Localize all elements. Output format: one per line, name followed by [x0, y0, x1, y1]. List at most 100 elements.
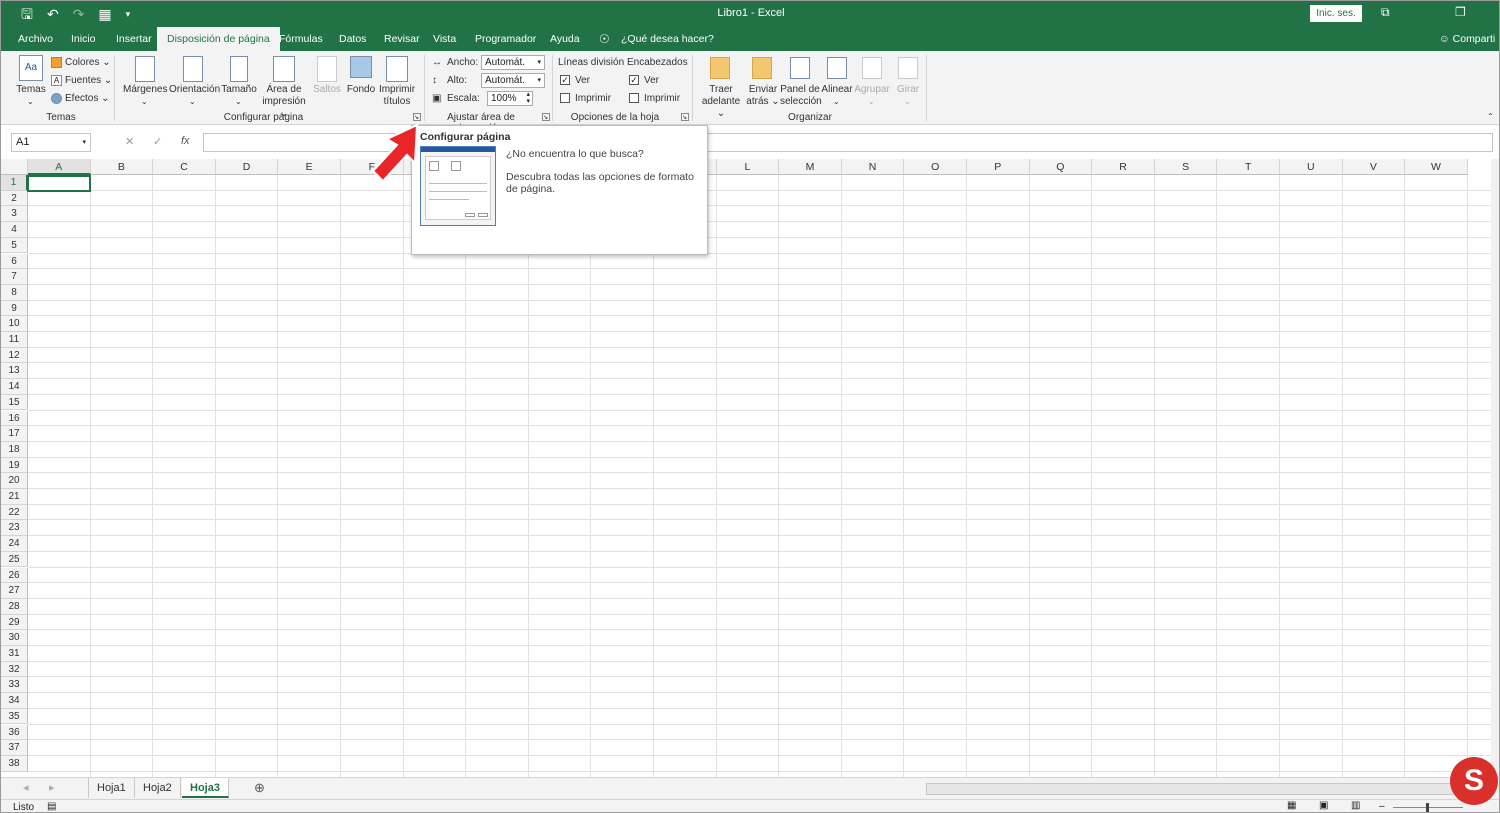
agrupar-button[interactable]: Agrupar	[854, 84, 890, 96]
bring-forward-icon[interactable]	[710, 57, 730, 79]
page-layout-view-icon[interactable]: ▣	[1319, 800, 1328, 811]
row-header[interactable]: 17	[1, 426, 28, 442]
row-header[interactable]: 11	[1, 332, 28, 348]
tab-datos[interactable]: Datos	[339, 27, 366, 51]
column-header[interactable]: M	[779, 159, 842, 175]
row-header[interactable]: 37	[1, 740, 28, 756]
column-header[interactable]: E	[278, 159, 341, 175]
column-header[interactable]: T	[1217, 159, 1280, 175]
row-header[interactable]: 35	[1, 708, 28, 725]
girar-button[interactable]: Girar	[893, 84, 923, 96]
ribbon-display-icon[interactable]: ⧉	[1381, 5, 1390, 20]
orientation-icon[interactable]	[183, 56, 203, 82]
cancel-icon[interactable]: ✕	[125, 135, 134, 148]
row-header[interactable]: 4	[1, 222, 28, 238]
column-header[interactable]: Q	[1029, 159, 1093, 175]
enviar-atras-button[interactable]: Enviar atrás ⌄	[745, 84, 781, 108]
margins-icon[interactable]	[135, 56, 155, 82]
active-cell-a1[interactable]	[27, 175, 91, 192]
row-header[interactable]: 25	[1, 551, 28, 568]
row-header[interactable]: 2	[1, 190, 28, 207]
headings-view-checkbox[interactable]: ✓	[629, 75, 639, 85]
row-header[interactable]: 29	[1, 614, 28, 631]
selection-pane-icon[interactable]	[790, 57, 810, 79]
row-header[interactable]: 36	[1, 724, 28, 741]
column-header[interactable]: S	[1154, 159, 1218, 175]
page-break-view-icon[interactable]: ▥	[1351, 800, 1360, 811]
escala-spinner[interactable]: 100% ▴ ▾	[487, 91, 533, 106]
prev-sheet-icon[interactable]: ◂	[23, 781, 29, 794]
column-header[interactable]: P	[967, 159, 1030, 175]
background-icon[interactable]	[350, 56, 372, 78]
row-header[interactable]: 13	[1, 363, 28, 380]
page-setup-dialog-launcher[interactable]: ↘	[413, 113, 421, 121]
panel-seleccion-button[interactable]: Panel de selección	[780, 84, 822, 108]
tab-vista[interactable]: Vista	[433, 27, 456, 51]
worksheet-grid[interactable]: ABCDEFGHIJKLMNOPQRSTUVW 1234567891011121…	[1, 159, 1491, 777]
gridlines-view-checkbox[interactable]: ✓	[560, 75, 570, 85]
row-header[interactable]: 15	[1, 394, 28, 411]
row-header[interactable]: 31	[1, 646, 28, 662]
macro-record-icon[interactable]: ▤	[47, 801, 56, 812]
row-header[interactable]: 28	[1, 598, 28, 615]
select-all-corner[interactable]	[1, 159, 28, 175]
column-header[interactable]: N	[841, 159, 905, 175]
column-header[interactable]: D	[215, 159, 279, 175]
column-header[interactable]: W	[1405, 159, 1468, 175]
add-sheet-icon[interactable]: ⊕	[254, 780, 265, 796]
next-sheet-icon[interactable]: ▸	[49, 781, 55, 794]
column-header[interactable]: B	[90, 159, 154, 175]
imprimir-titulos-button[interactable]: Imprimir títulos	[377, 84, 417, 108]
tab-disposicion-de-pagina[interactable]: Disposición de página	[157, 27, 280, 51]
tamano-button[interactable]: Tamaño	[220, 84, 258, 96]
scale-dialog-launcher[interactable]: ↘	[542, 113, 550, 121]
column-header[interactable]: U	[1280, 159, 1343, 175]
row-header[interactable]: 16	[1, 410, 28, 427]
print-area-icon[interactable]	[273, 56, 295, 82]
row-header[interactable]: 33	[1, 677, 28, 694]
row-header[interactable]: 9	[1, 300, 28, 317]
saltos-button[interactable]: Saltos	[312, 84, 342, 96]
alinear-button[interactable]: Alinear	[820, 84, 854, 96]
efectos-button[interactable]: Efectos ⌄	[65, 93, 110, 105]
collapse-ribbon-icon[interactable]: ⌃	[1487, 111, 1494, 123]
orientacion-button[interactable]: Orientación	[169, 84, 220, 96]
zoom-out-icon[interactable]: –	[1379, 801, 1385, 812]
ancho-select[interactable]: Automát. ▾	[481, 55, 545, 70]
row-header[interactable]: 1	[1, 175, 28, 191]
vertical-scrollbar[interactable]	[1491, 159, 1499, 777]
sheet-tab-hoja1[interactable]: Hoja1	[88, 778, 135, 798]
row-header[interactable]: 18	[1, 441, 28, 458]
column-header[interactable]: C	[153, 159, 216, 175]
sheet-options-dialog-launcher[interactable]: ↘	[681, 113, 689, 121]
share-button[interactable]: ☺ Comparti	[1439, 27, 1495, 51]
restore-icon[interactable]: ❐	[1455, 5, 1466, 19]
row-header[interactable]: 32	[1, 661, 28, 678]
fuentes-button[interactable]: Fuentes ⌄	[65, 75, 112, 87]
column-header[interactable]: A	[28, 159, 91, 175]
row-header[interactable]: 26	[1, 567, 28, 584]
sign-in-button[interactable]: Inic. ses.	[1310, 5, 1362, 22]
tell-me-search[interactable]: ¿Qué desea hacer?	[621, 27, 714, 51]
tab-archivo[interactable]: Archivo	[18, 27, 53, 51]
sheet-tab-hoja3[interactable]: Hoja3	[182, 778, 229, 798]
normal-view-icon[interactable]: ▦	[1287, 800, 1296, 811]
tab-insertar[interactable]: Insertar	[116, 27, 152, 51]
send-backward-icon[interactable]	[752, 57, 772, 79]
row-header[interactable]: 23	[1, 520, 28, 537]
temas-button[interactable]: Temas	[13, 84, 49, 96]
row-header[interactable]: 7	[1, 269, 28, 285]
row-header[interactable]: 10	[1, 316, 28, 332]
row-header[interactable]: 14	[1, 379, 28, 395]
row-header[interactable]: 6	[1, 253, 28, 270]
margenes-button[interactable]: Márgenes	[123, 84, 167, 96]
colores-button[interactable]: Colores ⌄	[65, 57, 111, 69]
tab-revisar[interactable]: Revisar	[384, 27, 420, 51]
row-header[interactable]: 8	[1, 284, 28, 301]
gridlines-print-checkbox[interactable]	[560, 93, 570, 103]
column-header[interactable]: R	[1092, 159, 1155, 175]
column-header[interactable]: L	[716, 159, 780, 175]
align-icon[interactable]	[827, 57, 847, 79]
enter-icon[interactable]: ✓	[153, 135, 162, 148]
sheet-tab-hoja2[interactable]: Hoja2	[135, 778, 181, 798]
